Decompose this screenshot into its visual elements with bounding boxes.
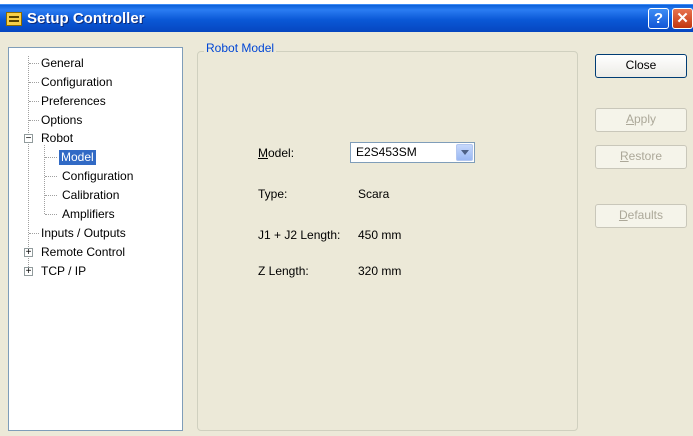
tree-item-options[interactable]: Options	[41, 113, 82, 128]
type-label: Type:	[258, 187, 288, 201]
app-icon	[6, 12, 22, 26]
tree-connector	[29, 101, 39, 102]
restore-button[interactable]: Restore	[595, 145, 687, 169]
tree-connector	[45, 214, 57, 215]
tree-item-model[interactable]: Model	[59, 150, 96, 165]
tree-item-robot-configuration[interactable]: Configuration	[62, 169, 133, 184]
type-value: Scara	[358, 187, 390, 201]
model-select[interactable]: E2S453SM	[350, 142, 475, 163]
tree-connector	[45, 157, 57, 158]
close-window-button[interactable]: ✕	[672, 8, 693, 29]
model-label: Model:	[258, 146, 295, 160]
tree-connector-robot	[44, 145, 45, 214]
tree-item-tcp-ip[interactable]: TCP / IP	[41, 264, 86, 279]
title-bar[interactable]: Setup Controller ? ✕	[0, 4, 693, 32]
close-button[interactable]: Close	[595, 54, 687, 78]
settings-tree[interactable]: General Configuration Preferences Option…	[8, 47, 183, 431]
z-length-label: Z Length:	[258, 264, 309, 278]
tree-item-configuration[interactable]: Configuration	[41, 75, 112, 90]
j1-j2-length-label: J1 + J2 Length:	[258, 228, 341, 242]
help-button[interactable]: ?	[648, 8, 669, 29]
apply-button[interactable]: Apply	[595, 108, 687, 132]
tree-item-calibration[interactable]: Calibration	[62, 188, 119, 203]
model-select-value: E2S453SM	[356, 145, 417, 159]
z-length-value: 320 mm	[358, 264, 402, 278]
tree-item-remote-control[interactable]: Remote Control	[41, 245, 125, 260]
chevron-down-icon[interactable]	[456, 144, 473, 161]
tree-connector	[45, 176, 57, 177]
tree-item-robot[interactable]: Robot	[41, 131, 73, 146]
tree-connector-main	[28, 56, 29, 271]
j1-j2-length-value: 450 mm	[358, 228, 402, 242]
tree-item-general[interactable]: General	[41, 56, 84, 71]
tree-connector	[29, 82, 39, 83]
defaults-button[interactable]: Defaults	[595, 204, 687, 228]
expand-tcp-ip-icon[interactable]: +	[24, 267, 33, 277]
setup-controller-window: Setup Controller ? ✕ General Configurati…	[0, 4, 693, 436]
tree-connector	[45, 195, 57, 196]
tree-item-preferences[interactable]: Preferences	[41, 94, 106, 109]
tree-connector	[29, 120, 39, 121]
expand-remote-control-icon[interactable]: +	[24, 248, 33, 258]
window-title: Setup Controller	[27, 10, 145, 27]
tree-connector	[29, 233, 39, 234]
tree-item-amplifiers[interactable]: Amplifiers	[62, 207, 115, 222]
collapse-robot-icon[interactable]: −	[24, 134, 33, 144]
tree-item-inputs-outputs[interactable]: Inputs / Outputs	[41, 226, 126, 241]
tree-connector	[29, 63, 39, 64]
group-title: Robot Model	[204, 41, 277, 56]
